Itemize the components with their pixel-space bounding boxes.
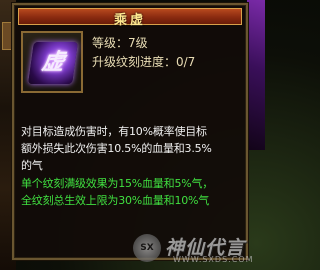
background-scenery-right — [247, 0, 265, 150]
engrave-bonus-line: 全纹刻总生效上限为30%血量和10%气 — [21, 194, 210, 207]
watermark-url: WWW.SXDS.COM — [173, 255, 254, 264]
engrave-progress: 升级纹刻进度：0/7 — [92, 55, 196, 69]
skill-icon-glyph: 虚 — [40, 50, 66, 75]
description-line: 对目标造成伤害时，有10%概率使目标 — [21, 125, 207, 138]
skill-icon: 虚 — [28, 42, 78, 84]
skill-level: 等级：7级 — [92, 36, 148, 50]
skill-description: 对目标造成伤害时，有10%概率使目标 额外损失此次伤害10.5%的血量和3.5%… — [18, 123, 242, 219]
watermark-logo-icon: SX — [133, 234, 161, 262]
tooltip-title-bar: 乘虚 — [18, 8, 242, 28]
engrave-bonus-line: 单个纹刻满级效果为15%血量和5%气， — [21, 177, 214, 190]
description-line: 额外损失此次伤害10.5%的血量和3.5% — [21, 142, 212, 155]
skill-tooltip: 乘虚 虚 等级：7级 升级纹刻进度：0/7 对目标造成伤害时，有10%概率使目标… — [12, 3, 248, 260]
description-line: 的气 — [21, 159, 43, 172]
skill-icon-frame: 虚 — [21, 31, 83, 93]
site-watermark: SX 神仙代言 WWW.SXDS.COM — [133, 232, 261, 266]
skill-name: 乘虚 — [113, 13, 146, 28]
